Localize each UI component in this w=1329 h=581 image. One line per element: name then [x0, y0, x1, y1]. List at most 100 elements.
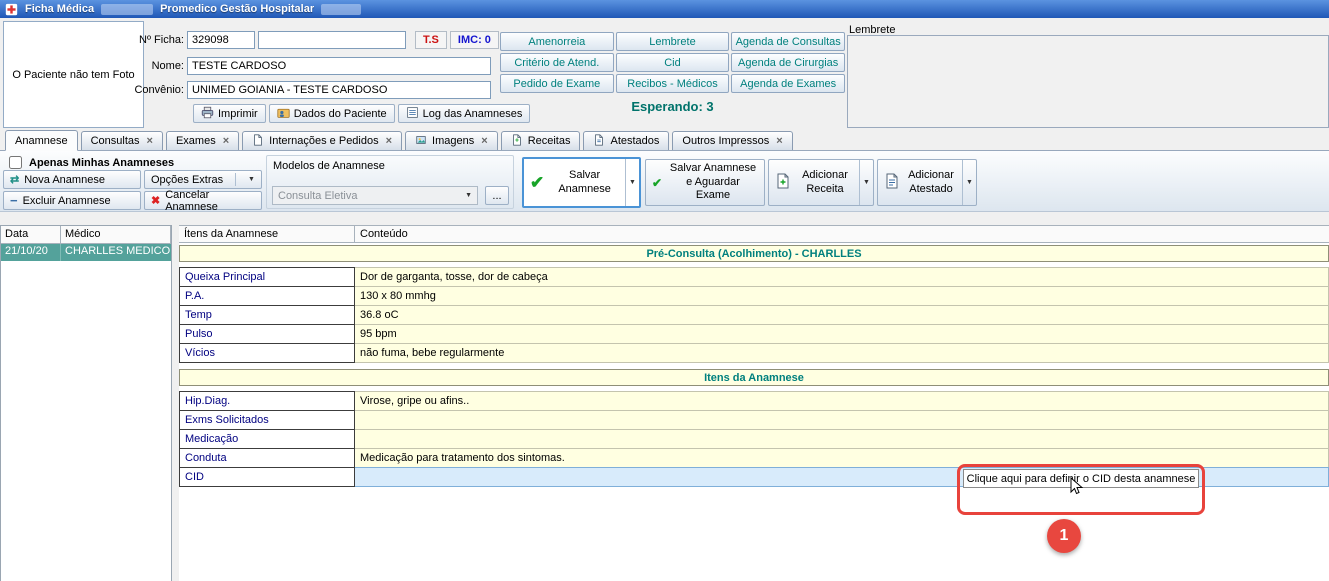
patient-actions: Imprimir Dados do Paciente Log das Anamn…: [193, 104, 530, 123]
ficha-label: Nº Ficha:: [128, 34, 184, 46]
adicionar-receita-main[interactable]: Adicionar Receita: [769, 160, 859, 205]
tab-label: Receitas: [528, 135, 571, 147]
certificate-icon: [593, 134, 605, 149]
excluir-anamnese-button[interactable]: − Excluir Anamnese: [3, 191, 141, 210]
tab-consultas[interactable]: Consultas ×: [81, 131, 163, 150]
item-content[interactable]: 95 bpm: [355, 324, 1329, 344]
tab-imagens[interactable]: Imagens ×: [405, 131, 498, 150]
salvar-aguardar-exame-button[interactable]: ✔ Salvar Anamnese e Aguardar Exame: [645, 159, 765, 206]
close-icon[interactable]: ×: [223, 135, 229, 147]
modelos-label: Modelos de Anamnese: [273, 160, 385, 172]
item-label: Medicação: [179, 429, 355, 449]
chevron-down-icon: ▼: [465, 192, 472, 199]
opcoes-extras-button[interactable]: Opções Extras ▼: [144, 170, 262, 189]
salvar-dropdown[interactable]: ▼: [625, 159, 639, 206]
anamnese-item-rows: Hip.Diag. Virose, gripe ou afins.. Exms …: [179, 391, 1329, 487]
nome-input[interactable]: [187, 57, 491, 75]
ts-button[interactable]: T.S: [415, 31, 447, 49]
close-icon[interactable]: ×: [481, 135, 487, 147]
tab-label: Internações e Pedidos: [269, 135, 378, 147]
quick-amenorreia-button[interactable]: Amenorreia: [500, 32, 614, 51]
close-icon[interactable]: ×: [386, 135, 392, 147]
adicionar-atestado-button[interactable]: Adicionar Atestado ▼: [877, 159, 977, 206]
adicionar-atestado-main[interactable]: Adicionar Atestado: [878, 160, 962, 205]
quick-actions-grid: Amenorreia Lembrete Agenda de Consultas …: [500, 32, 845, 93]
tab-atestados[interactable]: Atestados: [583, 131, 669, 150]
salvar-anamnese-main[interactable]: ✔ Salvar Anamnese: [524, 159, 625, 206]
tab-internacoes-pedidos[interactable]: Internações e Pedidos ×: [242, 131, 402, 150]
item-content[interactable]: [355, 429, 1329, 449]
anamnese-record-row[interactable]: 21/10/20 CHARLLES MEDICO: [1, 244, 171, 261]
tab-receitas[interactable]: Receitas: [501, 131, 581, 150]
image-icon: [415, 134, 427, 149]
document-icon: [252, 134, 264, 149]
quick-pedido-exame-button[interactable]: Pedido de Exame: [500, 74, 614, 93]
cancelar-anamnese-button[interactable]: ✖ Cancelar Anamnese: [144, 191, 262, 210]
modelo-selected-value: Consulta Eletiva: [278, 190, 358, 202]
step-1-badge: 1: [1047, 519, 1081, 553]
esperando-status: Esperando: 3: [500, 99, 845, 114]
check-icon: ✔: [652, 176, 662, 190]
quick-agenda-cirurgias-button[interactable]: Agenda de Cirurgias: [731, 53, 845, 72]
chevron-down-icon[interactable]: ▼: [248, 176, 255, 183]
adicionar-receita-button[interactable]: Adicionar Receita ▼: [768, 159, 874, 206]
salvar-aguardar-main[interactable]: ✔ Salvar Anamnese e Aguardar Exame: [646, 160, 764, 205]
item-content[interactable]: 130 x 80 mmhg: [355, 286, 1329, 306]
tab-label: Imagens: [432, 135, 474, 147]
medico-column-header: Médico: [61, 226, 171, 243]
imprimir-button[interactable]: Imprimir: [193, 104, 266, 123]
atestado-dropdown[interactable]: ▼: [962, 160, 976, 205]
item-content[interactable]: Dor de garganta, tosse, dor de cabeça: [355, 267, 1329, 287]
cancelar-anamnese-label: Cancelar Anamnese: [165, 189, 255, 213]
mouse-cursor-icon: [1070, 477, 1083, 496]
tab-outros-impressos[interactable]: Outros Impressos ×: [672, 131, 792, 150]
salvar-anamnese-button[interactable]: ✔ Salvar Anamnese ▼: [522, 157, 641, 208]
item-content[interactable]: [355, 410, 1329, 430]
minus-icon: −: [10, 195, 18, 206]
lembrete-panel[interactable]: [847, 35, 1329, 128]
quick-agenda-exames-button[interactable]: Agenda de Exames: [731, 74, 845, 93]
close-icon[interactable]: ×: [776, 135, 782, 147]
item-label: Queixa Principal: [179, 267, 355, 287]
item-content[interactable]: 36.8 oC: [355, 305, 1329, 325]
quick-recibos-medicos-button[interactable]: Recibos - Médicos: [616, 74, 730, 93]
anamneses-list-header: Data Médico: [1, 226, 171, 244]
window-title: Ficha Médica: [25, 3, 94, 15]
chevron-down-icon: ▼: [629, 179, 636, 186]
close-icon[interactable]: ×: [147, 135, 153, 147]
quick-criterio-atend-button[interactable]: Critério de Atend.: [500, 53, 614, 72]
check-icon: ✔: [530, 173, 544, 193]
secondary-input[interactable]: [258, 31, 406, 49]
table-row: Hip.Diag. Virose, gripe ou afins..: [179, 391, 1329, 411]
convenio-label: Convênio:: [128, 84, 184, 96]
ficha-row: Nº Ficha: T.S IMC: 0: [128, 31, 499, 49]
modelos-more-button[interactable]: ...: [485, 186, 509, 205]
dados-paciente-button[interactable]: Dados do Paciente: [269, 104, 395, 123]
modelos-anamnese-group: Modelos de Anamnese Consulta Eletiva ▼ .…: [266, 155, 514, 209]
anamneses-list: Data Médico 21/10/20 CHARLLES MEDICO: [0, 225, 172, 581]
receita-dropdown[interactable]: ▼: [859, 160, 873, 205]
quick-lembrete-button[interactable]: Lembrete: [616, 32, 730, 51]
table-row: Temp 36.8 oC: [179, 305, 1329, 325]
tab-exames[interactable]: Exames ×: [166, 131, 239, 150]
item-content[interactable]: Medicação para tratamento dos sintomas.: [355, 448, 1329, 468]
item-label: CID: [179, 467, 355, 487]
redacted-block: [101, 4, 153, 15]
convenio-input[interactable]: [187, 81, 491, 99]
certificate-icon: [884, 173, 900, 192]
quick-agenda-consultas-button[interactable]: Agenda de Consultas: [731, 32, 845, 51]
apenas-minhas-checkbox[interactable]: [9, 156, 22, 169]
ficha-input[interactable]: [187, 31, 255, 49]
divider: [235, 173, 236, 186]
quick-cid-button[interactable]: Cid: [616, 53, 730, 72]
modelo-anamnese-select[interactable]: Consulta Eletiva ▼: [272, 186, 478, 205]
item-label: Exms Solicitados: [179, 410, 355, 430]
item-content[interactable]: não fuma, bebe regularmente: [355, 343, 1329, 363]
item-content[interactable]: Virose, gripe ou afins..: [355, 391, 1329, 411]
cid-content-cell[interactable]: [355, 467, 1329, 487]
record-date: 21/10/20: [1, 244, 61, 261]
tab-anamnese[interactable]: Anamnese: [5, 130, 78, 151]
nova-anamnese-button[interactable]: ⇄ Nova Anamnese: [3, 170, 141, 189]
patient-folder-icon: [277, 106, 290, 122]
excluir-anamnese-label: Excluir Anamnese: [23, 195, 111, 207]
